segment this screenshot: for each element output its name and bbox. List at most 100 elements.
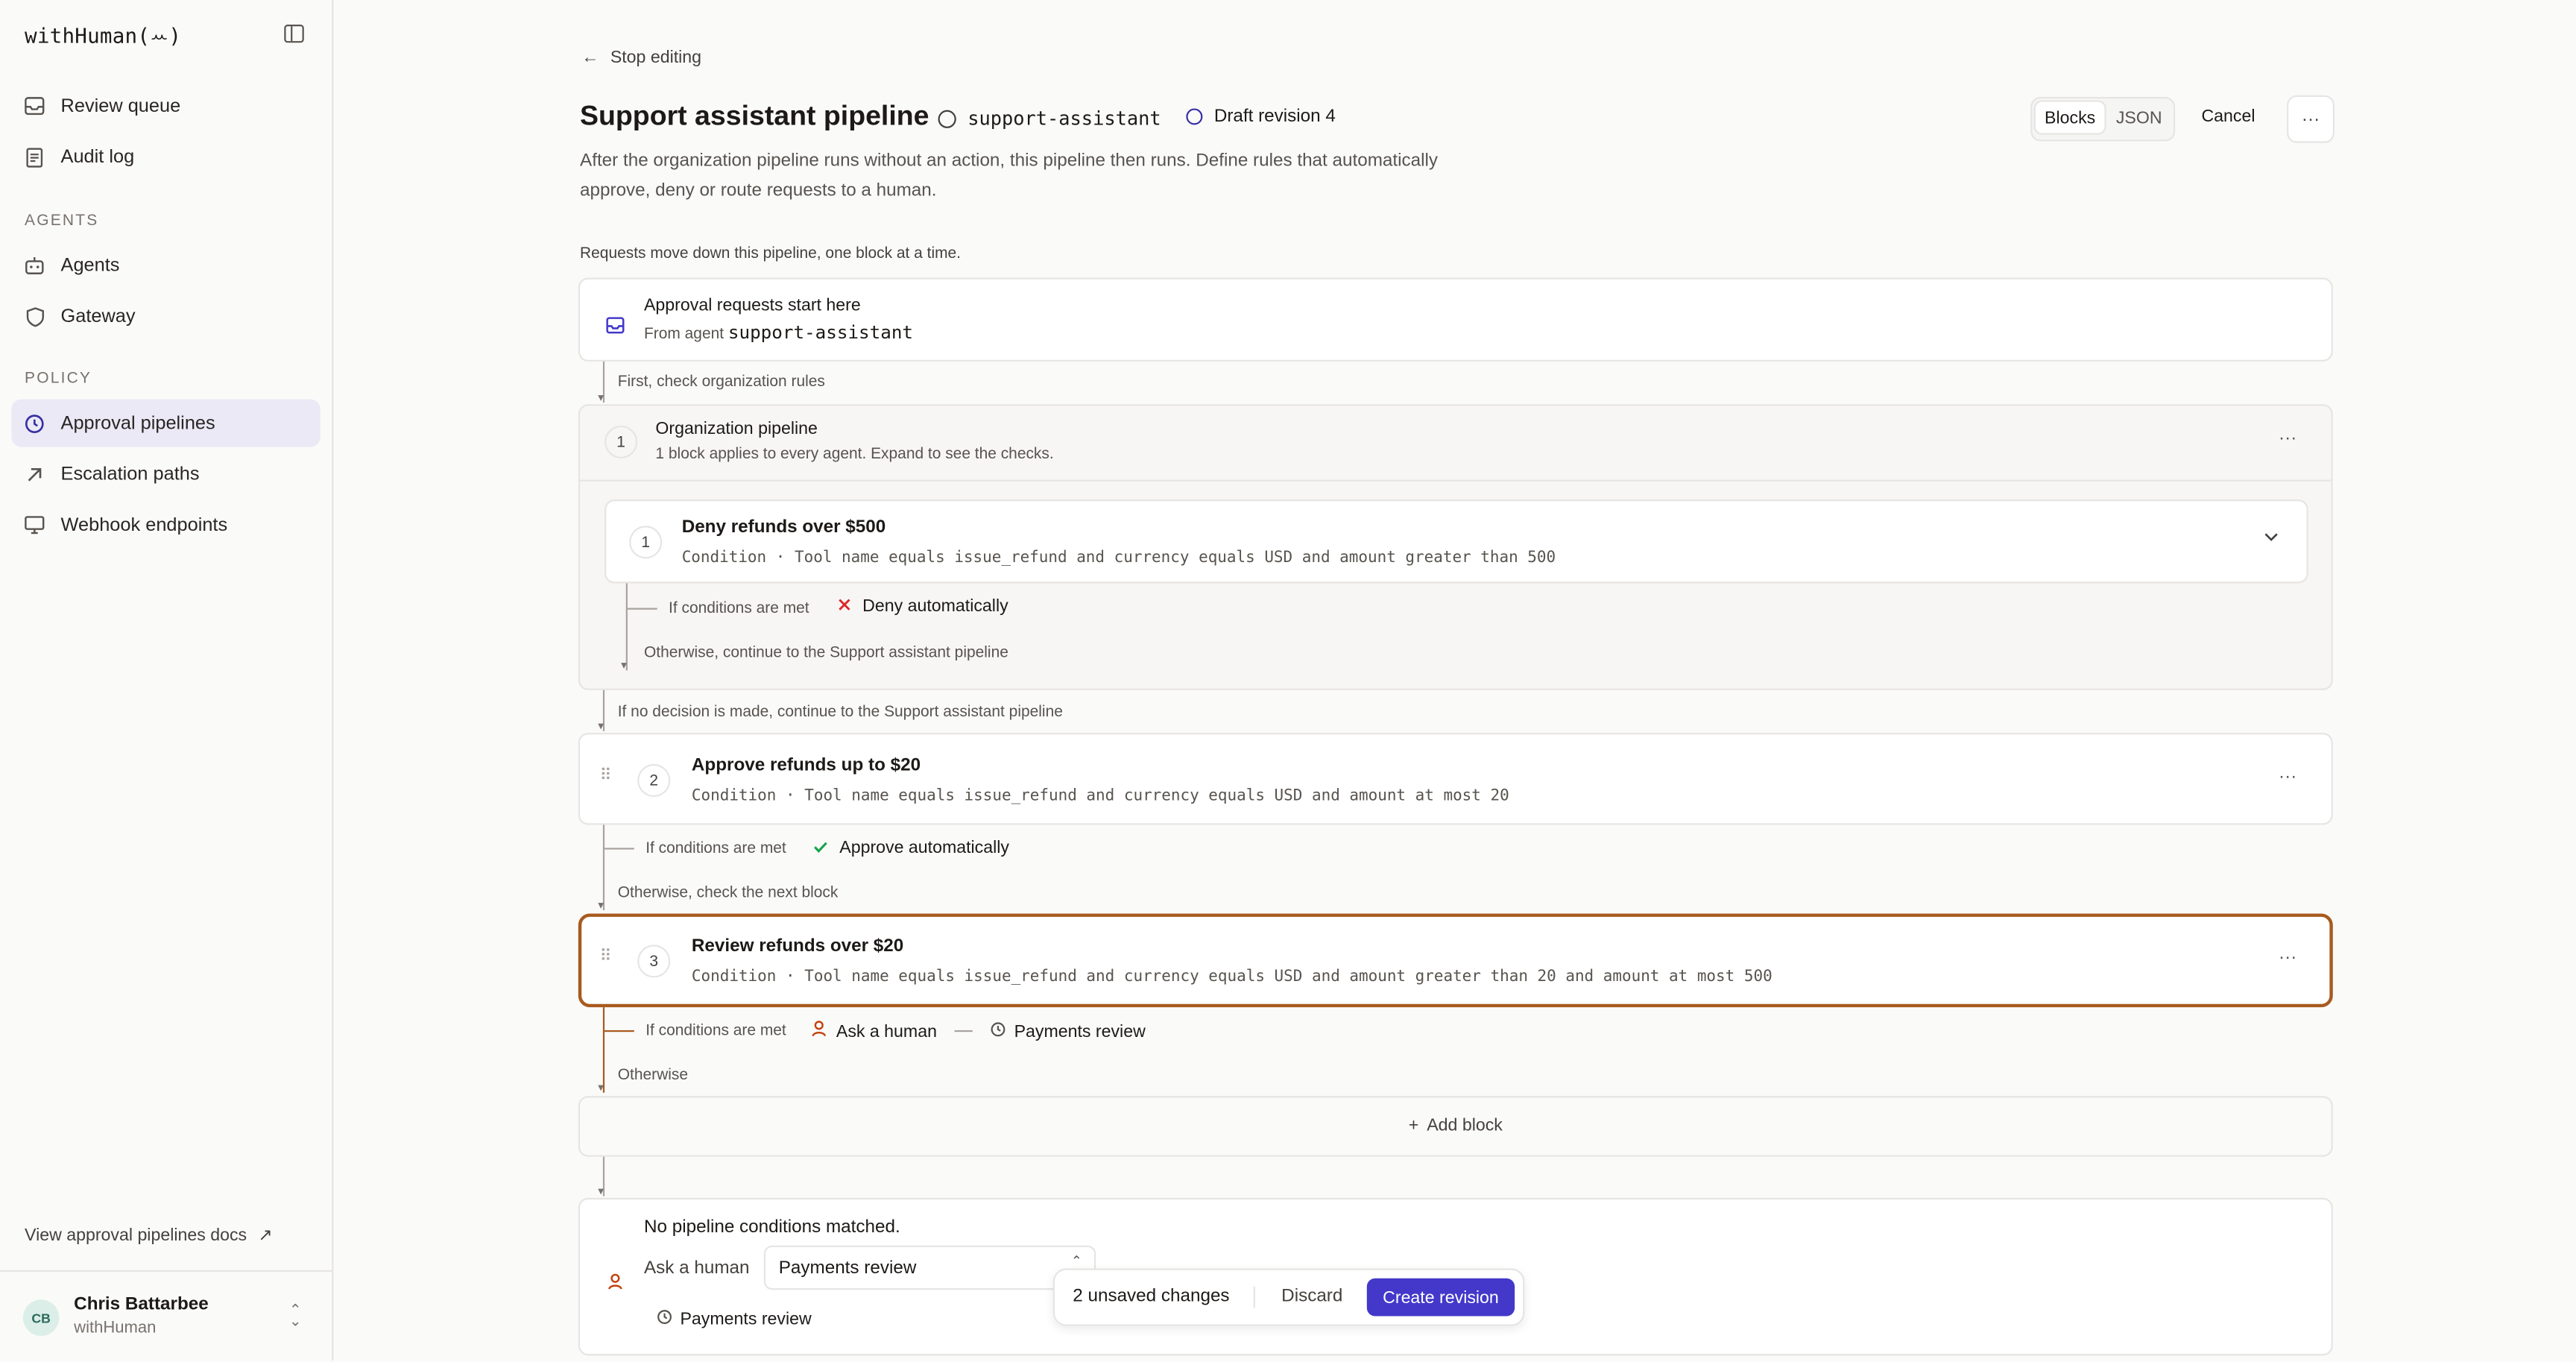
route-select[interactable]: Payments review ⌃ <box>763 1245 1096 1290</box>
otherwise-label: Otherwise, continue to the Support assis… <box>643 643 1008 663</box>
ellipsis-icon[interactable]: ··· <box>2279 948 2296 968</box>
org-block[interactable]: 1 Deny refunds over $500 Condition · Too… <box>604 499 2308 584</box>
block-title: Review refunds over $20 <box>691 936 904 956</box>
ellipsis-icon[interactable]: ··· <box>2279 767 2296 786</box>
step-number: 3 <box>637 945 671 978</box>
block-condition: Condition · Tool name equals issue_refun… <box>691 968 1772 986</box>
route-name: Payments review <box>1014 1021 1146 1041</box>
arrow-left-icon: ← <box>581 47 599 68</box>
external-link-icon: ↗ <box>258 1226 273 1246</box>
sidebar-item-approval-pipelines[interactable]: Approval pipelines <box>11 399 321 447</box>
start-from: From agent support-assistant <box>643 321 914 344</box>
tab-blocks[interactable]: Blocks <box>2035 101 2105 133</box>
chevron-down-icon[interactable] <box>2264 529 2279 547</box>
sidebar-toggle-icon[interactable] <box>284 25 304 43</box>
user-org: withHuman <box>74 1319 157 1338</box>
arrow-up-right-icon <box>25 464 44 484</box>
person-icon <box>608 1269 623 1299</box>
user-name: Chris Battarbee <box>74 1294 209 1315</box>
block-condition: Condition · Tool name equals issue_refun… <box>691 786 1509 805</box>
ellipsis-icon[interactable]: ··· <box>2279 429 2296 448</box>
pipeline-block-selected[interactable]: ⠿ 3 Review refunds over $20 Condition · … <box>578 913 2333 1008</box>
add-block-button[interactable]: + Add block <box>578 1096 2333 1157</box>
section-header-agents: AGENTS <box>25 212 99 230</box>
sidebar-item-agents[interactable]: Agents <box>11 242 320 289</box>
document-icon <box>25 147 44 167</box>
pipeline-block[interactable]: ⠿ 2 Approve refunds up to $20 Condition … <box>578 733 2333 825</box>
ellipsis-icon: ··· <box>2301 109 2320 130</box>
more-options-button[interactable]: ··· <box>2287 95 2334 143</box>
check-icon <box>813 838 828 857</box>
step-number: 1 <box>604 425 638 458</box>
sidebar-item-label: Agents <box>60 255 120 276</box>
agent-badge: support-assistant <box>938 107 1161 130</box>
outcome-ask-human: Ask a human Payments review <box>812 1021 1146 1042</box>
org-subtitle: 1 block applies to every agent. Expand t… <box>655 445 1054 464</box>
if-met-label: If conditions are met <box>645 1021 786 1041</box>
outcome-deny: Deny automatically <box>838 596 1008 617</box>
sidebar-item-review-queue[interactable]: Review queue <box>11 82 320 130</box>
discard-button[interactable]: Discard <box>1281 1287 1342 1306</box>
if-met-label: If conditions are met <box>669 599 809 618</box>
otherwise-label: Otherwise, check the next block <box>617 883 839 903</box>
tab-json[interactable]: JSON <box>2108 102 2171 133</box>
start-card: Approval requests start here From agent … <box>578 277 2333 362</box>
org-rules-label: First, check organization rules <box>617 373 825 391</box>
cancel-button[interactable]: Cancel <box>2201 107 2255 126</box>
sidebar-item-label: Webhook endpoints <box>60 514 228 535</box>
sidebar-item-gateway[interactable]: Gateway <box>11 292 320 340</box>
start-title: Approval requests start here <box>643 295 861 316</box>
create-revision-button[interactable]: Create revision <box>1366 1278 1515 1317</box>
brand-logo: withHuman(ꕀ) <box>25 22 182 48</box>
docs-link[interactable]: View approval pipelines docs ↗ <box>25 1226 273 1245</box>
chevron-up-down-icon: ⌃ <box>1071 1253 1082 1269</box>
revision-clock-icon <box>1186 108 1203 125</box>
plus-icon: + <box>1408 1115 1419 1136</box>
avatar: CB <box>22 1299 60 1336</box>
outcome-approve: Approve automatically <box>813 838 1009 858</box>
user-menu[interactable]: CB Chris Battarbee withHuman ⌃ ⌄ <box>0 1270 332 1362</box>
inbox-icon <box>25 96 45 116</box>
if-met-label: If conditions are met <box>645 839 786 858</box>
agent-circle-icon <box>938 109 956 127</box>
sidebar-item-label: Gateway <box>60 306 136 327</box>
block-condition: Condition · Tool name equals issue_refun… <box>681 549 1556 567</box>
sidebar-item-webhook-endpoints[interactable]: Webhook endpoints <box>11 501 320 549</box>
no-decision-label: If no decision is made, continue to the … <box>617 703 1063 722</box>
clock-icon <box>657 1310 672 1329</box>
fallback-title: No pipeline conditions matched. <box>643 1217 900 1238</box>
sidebar-item-label: Approval pipelines <box>60 413 215 433</box>
sidebar-item-audit-log[interactable]: Audit log <box>11 133 320 181</box>
unsaved-count: 2 unsaved changes <box>1073 1286 1230 1307</box>
otherwise-label: Otherwise <box>617 1066 688 1085</box>
step-number: 1 <box>629 526 663 559</box>
organization-pipeline: 1 Organization pipeline 1 block applies … <box>578 404 2333 690</box>
sidebar-item-label: Escalation paths <box>60 464 200 485</box>
revision-badge: Draft revision 4 <box>1186 107 1336 127</box>
section-header-policy: POLICY <box>25 369 92 388</box>
block-title: Deny refunds over $500 <box>681 517 886 537</box>
step-number: 2 <box>637 763 671 797</box>
chevron-up-down-icon: ⌃ ⌄ <box>288 1301 302 1330</box>
bot-icon <box>25 256 44 275</box>
fallback-ask: Ask a human <box>643 1258 750 1279</box>
drag-handle-icon[interactable]: ⠿ <box>599 767 611 785</box>
inbox-icon <box>606 312 625 342</box>
sidebar-item-label: Review queue <box>60 95 181 116</box>
view-toggle: Blocks JSON <box>2030 97 2176 142</box>
x-icon <box>838 596 851 616</box>
stop-editing-link[interactable]: ← Stop editing <box>581 48 701 67</box>
sidebar-item-escalation-paths[interactable]: Escalation paths <box>11 450 320 498</box>
clock-icon <box>991 1021 1006 1041</box>
pipeline-intro: Requests move down this pipeline, one bl… <box>580 245 962 263</box>
fallback-route: Payments review <box>657 1310 812 1329</box>
start-agent: support-assistant <box>727 321 914 344</box>
page-description: After the organization pipeline runs wit… <box>580 151 1439 201</box>
drag-handle-icon[interactable]: ⠿ <box>599 948 611 966</box>
block-title: Approve refunds up to $20 <box>691 755 921 776</box>
person-icon <box>812 1021 827 1042</box>
sidebar-item-label: Audit log <box>60 147 135 167</box>
page-title: Support assistant pipeline <box>580 100 929 132</box>
shield-icon <box>25 306 44 327</box>
org-title: Organization pipeline <box>655 419 818 439</box>
